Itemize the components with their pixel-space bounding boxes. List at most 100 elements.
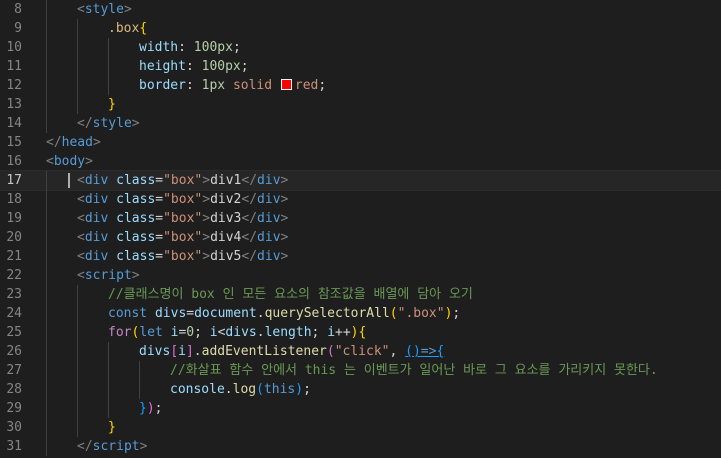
code-text[interactable]: }); (139, 399, 162, 418)
code-text[interactable]: border: 1px solid red; (139, 76, 326, 95)
code-token: for (108, 325, 132, 340)
code-token: > (280, 173, 289, 188)
indent-guide (46, 76, 47, 95)
code-text[interactable]: </script> (77, 437, 147, 456)
code-line[interactable]: 19 <div class="box">div3</div> (0, 209, 721, 228)
code-token: div4 (210, 230, 242, 245)
code-token: addEventListener (201, 344, 327, 359)
code-token: class (116, 173, 156, 188)
code-token: ; (318, 78, 327, 93)
code-line[interactable]: 12 border: 1px solid red; (0, 76, 721, 95)
code-text[interactable]: <div class="box">div4</div> (77, 228, 288, 247)
code-line[interactable]: 18 <div class="box">div2</div> (0, 190, 721, 209)
code-line[interactable]: 25 for(let i=0; i<divs.length; i++){ (0, 323, 721, 342)
code-line[interactable]: 11 height: 100px; (0, 57, 721, 76)
code-text[interactable]: <div class="box">div3</div> (77, 209, 288, 228)
code-line[interactable]: 13} (0, 95, 721, 114)
code-line[interactable]: 15 </head> (0, 133, 721, 152)
indent-guide (46, 171, 47, 190)
code-line[interactable]: 21 <div class="box">div5</div> (0, 247, 721, 266)
code-token: height (139, 59, 186, 74)
indent-guide (46, 437, 47, 456)
indent-guide (46, 323, 47, 342)
code-text[interactable]: const divs=document.querySelectorAll(".b… (108, 304, 460, 323)
code-line[interactable]: 23 //클래스명이 box 인 모든 요소의 참조값을 배열에 담아 오기 (0, 285, 721, 304)
code-line[interactable]: 31 </script> (0, 437, 721, 456)
code-text[interactable]: <div class="box">div5</div> (77, 247, 288, 266)
code-line[interactable]: 24 const divs=document.querySelectorAll("… (0, 304, 721, 323)
code-text[interactable]: divs[i].addEventListener("click", ()=>{ (139, 342, 444, 361)
code-token: script (84, 268, 132, 283)
code-token: log (232, 382, 257, 397)
indent-guide (46, 304, 47, 323)
color-swatch-icon[interactable] (280, 79, 292, 90)
code-text[interactable]: for(let i=0; i<divs.length; i++){ (108, 323, 366, 342)
code-text[interactable]: <body> (46, 152, 93, 171)
code-token: div (84, 249, 109, 264)
code-line[interactable]: 9 .box{ (0, 19, 721, 38)
code-text[interactable]: width: 100px; (139, 38, 241, 57)
code-token: < (77, 249, 85, 264)
code-token: querySelectorAll (264, 306, 390, 321)
code-text[interactable]: <div class="box">div2</div> (77, 190, 288, 209)
code-line[interactable]: 14 </style> (0, 114, 721, 133)
indent-guide (46, 285, 47, 304)
code-line[interactable]: 22 <script> (0, 266, 721, 285)
indent-guide (46, 266, 47, 285)
code-token: . (256, 325, 265, 340)
indent-guide (108, 38, 109, 57)
code-token: let (139, 325, 163, 340)
code-token: div (257, 230, 281, 245)
code-token: : (185, 59, 202, 74)
code-line[interactable]: 27 //화살표 함수 안에서 this 는 이벤트가 일어난 바로 그 요소를 … (0, 361, 721, 380)
code-token: </ (241, 230, 258, 245)
code-text[interactable]: } (108, 418, 116, 437)
code-text[interactable]: <script> (77, 266, 140, 285)
code-line[interactable]: 16 <body> (0, 152, 721, 171)
code-token: { (139, 21, 148, 36)
code-token: < (46, 154, 54, 169)
indent-guide (46, 19, 47, 38)
code-token: i (209, 325, 218, 340)
code-text[interactable]: <div class="box">div1</div> (77, 171, 288, 190)
code-text[interactable]: </style> (77, 114, 140, 133)
code-line[interactable]: 20 <div class="box">div4</div> (0, 228, 721, 247)
code-line[interactable]: 28 console.log(this); (0, 380, 721, 399)
indent-guide (46, 95, 47, 114)
code-text[interactable]: </head> (46, 133, 101, 152)
code-text[interactable]: console.log(this); (170, 380, 311, 399)
indent-guide (77, 418, 78, 437)
code-text[interactable]: //클래스명이 box 인 모든 요소의 참조값을 배열에 담아 오기 (108, 285, 473, 304)
code-token: . (224, 382, 233, 397)
code-token: = (155, 211, 164, 226)
code-line[interactable]: 29}); (0, 399, 721, 418)
code-line[interactable]: 17 <div class="box">div1</div> (0, 170, 721, 191)
code-token: ( (389, 306, 398, 321)
code-text[interactable]: .box{ (108, 19, 147, 38)
code-token: } (108, 97, 116, 112)
code-line[interactable]: 10 width: 100px; (0, 38, 721, 57)
code-token: 1px (201, 78, 226, 93)
code-token: </ (241, 211, 258, 226)
code-text[interactable]: } (108, 95, 116, 114)
code-token: () (405, 344, 421, 359)
line-number: 10 (6, 40, 22, 55)
code-token: class (116, 192, 156, 207)
code-line[interactable]: 30} (0, 418, 721, 437)
code-text[interactable]: height: 100px; (139, 57, 249, 76)
text-cursor (68, 173, 70, 188)
code-token: { (358, 325, 367, 340)
indent-guide (139, 380, 140, 399)
code-editor[interactable]: 8 <style> 9 .box{ 10 width: 100px; 11 height: 1… (0, 0, 721, 458)
code-text[interactable]: <style> (77, 0, 132, 19)
code-line[interactable]: 8 <style> (0, 0, 721, 19)
code-token: class (116, 249, 156, 264)
code-token: div (257, 211, 281, 226)
line-number: 13 (6, 97, 22, 112)
code-text[interactable]: //화살표 함수 안에서 this 는 이벤트가 일어난 바로 그 요소를 가리… (170, 361, 658, 380)
line-number: 9 (14, 21, 22, 36)
code-line[interactable]: 26 divs[i].addEventListener("click", ()=>… (0, 342, 721, 361)
code-token: 100px (193, 40, 233, 55)
